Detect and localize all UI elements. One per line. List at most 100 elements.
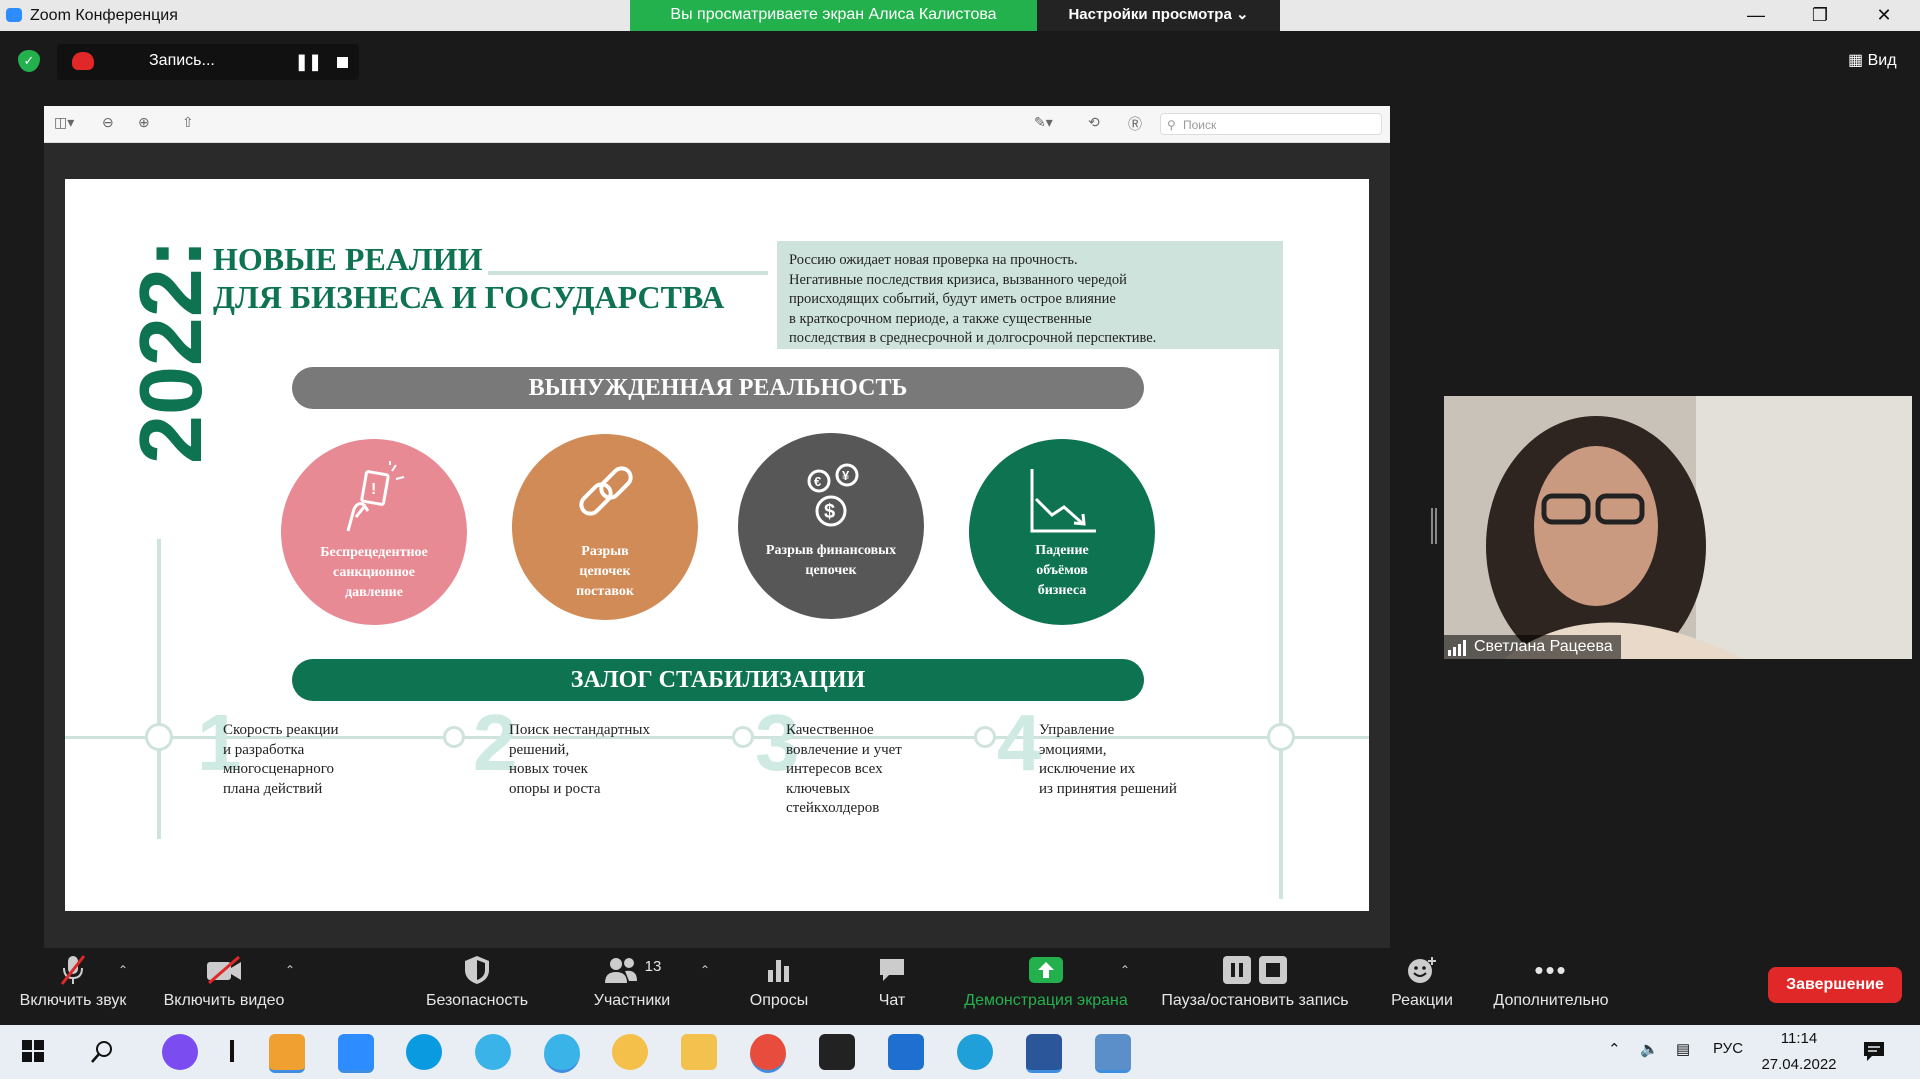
audio-options-caret-icon[interactable]: ⌃	[118, 963, 128, 977]
annotate-icon[interactable]: Ⓡ	[1128, 114, 1142, 134]
volume-icon[interactable]: 🔈	[1640, 1040, 1659, 1058]
alice-assistant-icon[interactable]	[162, 1034, 198, 1070]
circle-label-line: объёмов	[1036, 563, 1088, 578]
circle-label-line: Беспрецедентное	[320, 545, 428, 560]
word-app-icon[interactable]	[1026, 1034, 1062, 1073]
stop-recording-button[interactable]	[337, 57, 348, 68]
circle-label-line: цепочек	[805, 563, 857, 578]
hand-card-icon: !	[346, 461, 405, 532]
step-text-line: опоры и роста	[509, 780, 601, 797]
polls-label: Опросы	[749, 992, 809, 1009]
zoom-in-icon[interactable]: ⊕	[138, 114, 150, 131]
participant-video-tile[interactable]	[1444, 396, 1912, 659]
remote-desktop-app-icon[interactable]	[1095, 1034, 1131, 1073]
participants-button[interactable]: 13 Участники	[582, 950, 682, 1010]
skydrive-app-icon[interactable]	[888, 1034, 924, 1070]
circle-label-line: бизнеса	[1037, 583, 1087, 598]
windows-start-icon[interactable]	[22, 1040, 44, 1062]
onec-app-icon[interactable]	[612, 1034, 648, 1070]
svg-text:!: !	[371, 481, 376, 498]
step-text-line: многосценарного	[223, 761, 335, 777]
chat-button[interactable]: Чат	[868, 950, 916, 1010]
network-icon[interactable]: ▤	[1676, 1040, 1690, 1058]
reactions-button[interactable]: Реакции	[1384, 950, 1460, 1010]
step-text-line: плана действий	[223, 780, 323, 797]
notifications-icon[interactable]	[1862, 1040, 1886, 1062]
share-options-caret-icon[interactable]: ⌃	[1120, 963, 1130, 977]
polls-button[interactable]: Опросы	[740, 950, 818, 1010]
cloud-record-icon	[72, 52, 94, 70]
markup-pen-icon[interactable]: ✎▾	[1034, 114, 1053, 131]
edge-app-icon[interactable]	[957, 1034, 993, 1070]
forced-reality-banner: ВЫНУЖДЕННАЯ РЕАЛЬНОСТЬ	[292, 367, 1144, 409]
circle-label-line: Разрыв финансовых	[765, 543, 897, 558]
end-meeting-button[interactable]: Завершение	[1768, 967, 1902, 1003]
sidebar-toggle-icon[interactable]: ◫▾	[54, 114, 74, 131]
bitrix24-app-icon[interactable]	[475, 1034, 511, 1070]
polls-bar-chart-icon	[768, 960, 789, 982]
zoom-logo-icon	[6, 8, 22, 22]
task-view-icon[interactable]	[230, 1040, 234, 1062]
system-clock[interactable]: 11:14 27.04.2022	[1760, 1026, 1838, 1078]
share-screen-button[interactable]: Демонстрация экрана	[956, 950, 1136, 1010]
frame-line	[157, 539, 161, 839]
outlook-app-icon[interactable]	[269, 1034, 305, 1073]
participant-name: Светлана Рацеева	[1474, 638, 1613, 655]
zoom-app-icon[interactable]	[338, 1034, 374, 1073]
currency-coins-icon: € ¥ $	[807, 463, 859, 527]
rotate-icon[interactable]: ⟲	[1088, 114, 1100, 131]
downtrend-chart-icon	[1030, 469, 1096, 533]
input-language[interactable]: РУС	[1713, 1040, 1743, 1057]
info-line: Негативные последствия кризиса, вызванно…	[789, 271, 1127, 288]
bitrix24-alt-app-icon[interactable]	[544, 1034, 580, 1073]
pause-stop-recording-button[interactable]: Пауза/остановить запись	[1152, 950, 1358, 1010]
title-divider	[488, 271, 768, 275]
pause-recording-button[interactable]: ❚❚	[295, 52, 322, 72]
camera-app-icon[interactable]	[819, 1034, 855, 1070]
zoom-out-icon[interactable]: ⊖	[102, 114, 114, 131]
more-label: Дополнительно	[1493, 992, 1609, 1009]
more-button[interactable]: ••• Дополнительно	[1486, 950, 1616, 1010]
unmute-button[interactable]: Включить звук	[10, 950, 136, 1010]
start-video-button[interactable]: Включить видео	[158, 950, 290, 1010]
panel-resize-handle[interactable]	[1431, 508, 1437, 544]
financial-chain-circle: € ¥ $ Разрыв финансовых цепочек	[738, 433, 924, 619]
document-search-input[interactable]: ⚲ Поиск	[1160, 113, 1382, 135]
step-text-line: решений,	[509, 741, 570, 758]
screen-share-banner: Вы просматриваете экран Алиса Калистова	[630, 0, 1037, 31]
sanctions-circle: ! Беспрецедентное санкционное давление	[281, 439, 467, 625]
restore-button[interactable]: ❐	[1792, 0, 1848, 31]
business-decline-circle: Падение объёмов бизнеса	[969, 439, 1155, 625]
chat-label: Чат	[878, 992, 906, 1009]
timeline-dot	[732, 726, 754, 748]
close-window-button[interactable]: ✕	[1856, 0, 1912, 31]
file-explorer-icon[interactable]	[681, 1034, 717, 1070]
share-export-icon[interactable]: ⇧	[182, 114, 194, 131]
tray-chevron-up-icon[interactable]: ⌃	[1608, 1040, 1621, 1058]
supply-chain-circle: Разрыв цепочек поставок	[512, 434, 698, 620]
minimize-button[interactable]: —	[1728, 0, 1784, 31]
timeline-dot	[145, 723, 173, 751]
step-text-line: вовлечение и учет	[786, 741, 902, 758]
step-text-line: и разработка	[223, 741, 305, 758]
frame-line	[1279, 349, 1283, 899]
security-button[interactable]: Безопасность	[420, 950, 534, 1010]
grid-icon: ▦	[1848, 52, 1864, 69]
skype-app-icon[interactable]	[406, 1034, 442, 1070]
view-layout-button[interactable]: ▦ Вид	[1848, 50, 1897, 70]
step-text: Качественное вовлечение и учет интересов…	[786, 721, 902, 819]
svg-text:$: $	[824, 501, 835, 523]
recording-panel: Запись... ❚❚	[57, 44, 359, 80]
step-text-line: эмоциями,	[1039, 741, 1107, 758]
taskbar-search-icon[interactable]	[90, 1040, 114, 1064]
view-options-button[interactable]: Настройки просмотра ⌄	[1037, 0, 1280, 31]
participants-options-caret-icon[interactable]: ⌃	[700, 963, 710, 977]
info-line: происходящих событий, будут иметь острое…	[789, 291, 1116, 307]
svg-text:¥: ¥	[842, 468, 850, 483]
video-options-caret-icon[interactable]: ⌃	[285, 963, 295, 977]
view-options-label: Настройки просмотра	[1068, 6, 1232, 23]
circle-label: Разрыв финансовых цепочек	[752, 541, 910, 581]
chrome-app-icon[interactable]	[750, 1034, 786, 1073]
circle-label-line: санкционное	[333, 565, 415, 580]
start-video-label: Включить видео	[163, 992, 285, 1009]
